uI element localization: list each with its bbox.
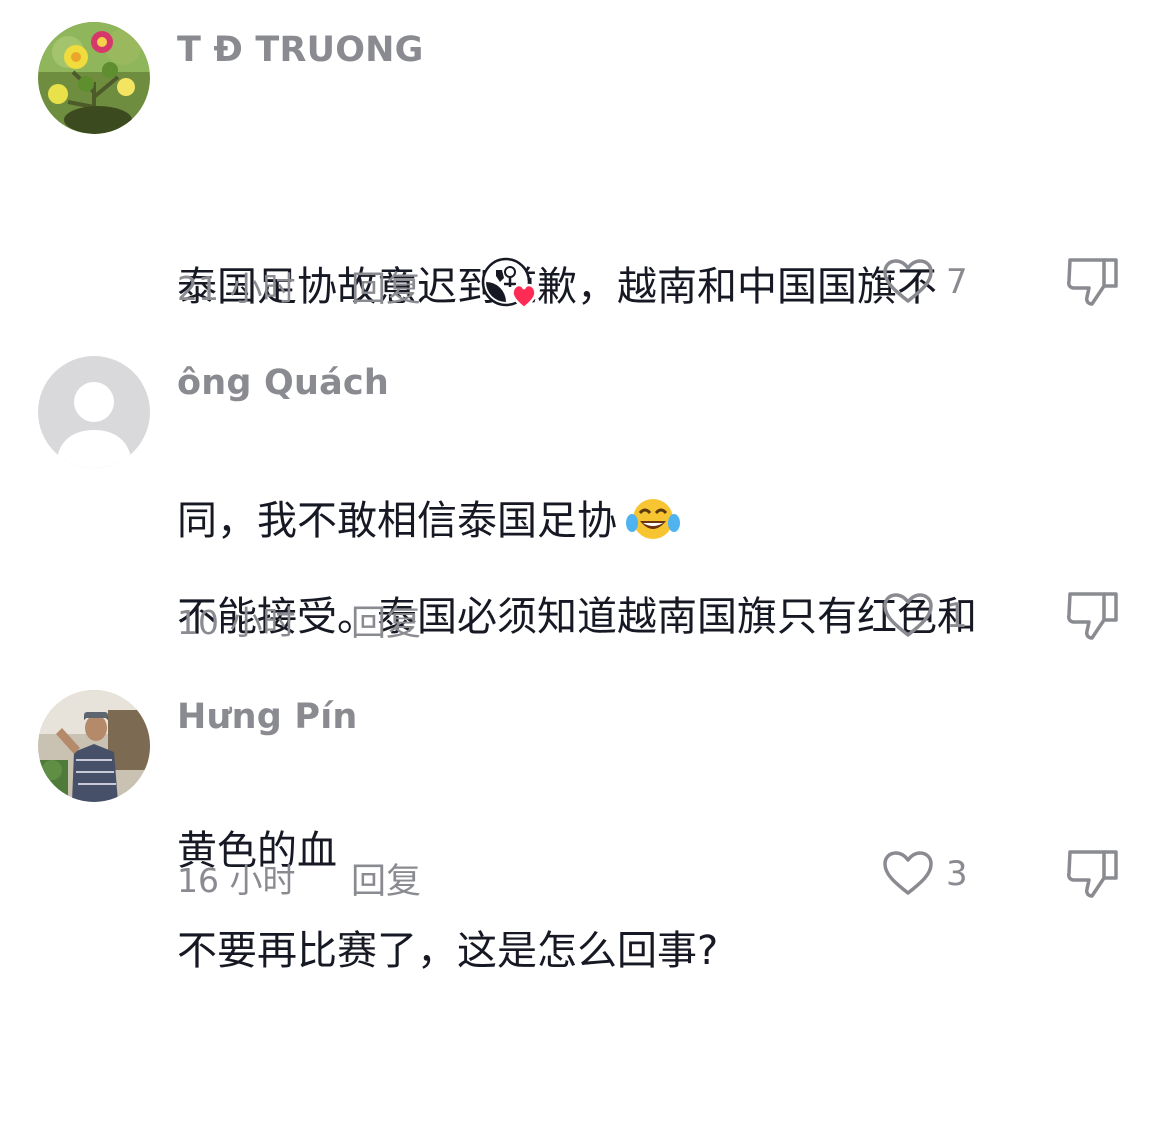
like-count: 7 — [946, 262, 968, 302]
heart-outline-icon[interactable] — [882, 258, 934, 304]
comment-username[interactable]: Hưng Pín — [177, 697, 358, 737]
user-avatar[interactable] — [38, 356, 150, 468]
user-avatar[interactable] — [38, 22, 150, 134]
heart-outline-icon[interactable] — [882, 592, 934, 638]
like-count: 1 — [946, 596, 968, 636]
flower-avatar-image — [38, 22, 150, 134]
creator-liked-badge — [480, 256, 542, 312]
like-count: 3 — [946, 854, 968, 894]
heart-outline-icon[interactable] — [882, 850, 934, 896]
comment-item: T Đ TRUONG 泰国足协故意迟到道歉，越南和中国国旗不 同，我不敢相信泰国… — [0, 0, 1170, 544]
person-photo-avatar-image — [38, 690, 150, 802]
thumbs-down-icon[interactable] — [1064, 254, 1122, 308]
comment-username[interactable]: T Đ TRUONG — [177, 30, 424, 70]
comment-text: 不要再比赛了，这是怎么回事? — [177, 756, 1137, 1146]
comment-timestamp: 16 小时 — [177, 861, 296, 900]
comment-timestamp: 10 小时 — [177, 603, 296, 642]
comment-item: ông Quách 不能接受。泰国必须知道越南国旗只有红色和 黄色的血 10 小… — [0, 330, 1170, 874]
thumbs-down-icon[interactable] — [1064, 846, 1122, 900]
reply-button[interactable]: 回复 — [351, 261, 421, 312]
comment-timestamp: 21 小时 — [177, 269, 296, 308]
default-avatar-image — [38, 356, 150, 468]
reply-button[interactable]: 回复 — [351, 595, 421, 646]
comment-item: Hưng Pín 不要再比赛了，这是怎么回事? 16 小时 回复 3 — [0, 680, 1170, 974]
comment-text-line: 不要再比赛了，这是怎么回事? — [177, 928, 719, 974]
comment-username[interactable]: ông Quách — [177, 363, 389, 403]
user-avatar[interactable] — [38, 690, 150, 802]
thumbs-down-icon[interactable] — [1064, 588, 1122, 642]
reply-button[interactable]: 回复 — [351, 853, 421, 904]
comment-text-line: 泰国足协故意迟到道歉，越南和中国国旗不 — [177, 264, 937, 310]
comment-text-line: 不能接受。泰国必须知道越南国旗只有红色和 — [177, 594, 977, 640]
